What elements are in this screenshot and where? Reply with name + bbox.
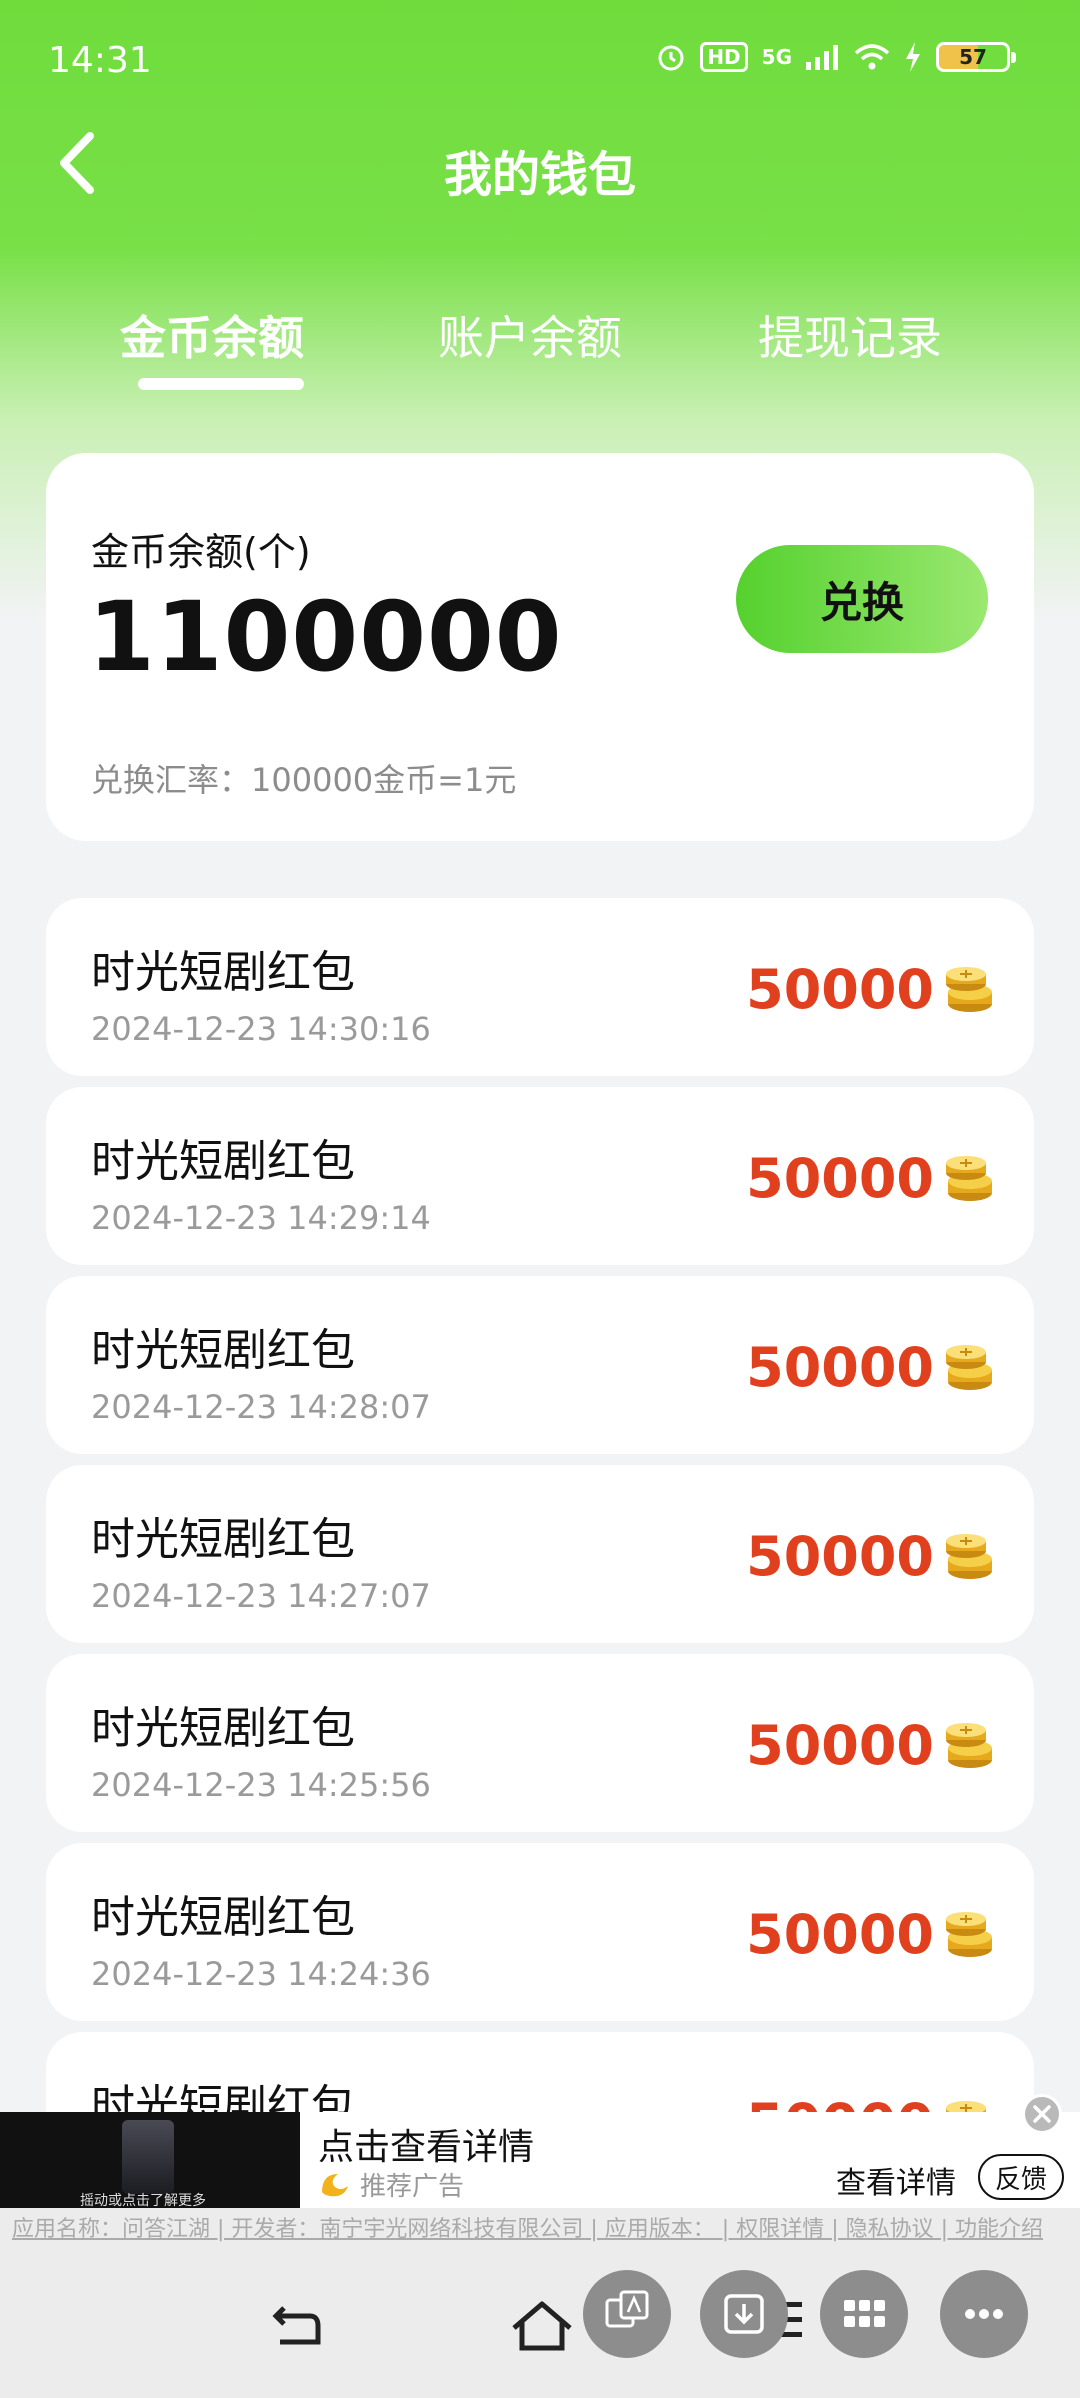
ad-thumbnail-image xyxy=(122,2120,174,2194)
coin-icon xyxy=(942,1342,994,1392)
download-icon xyxy=(724,2294,764,2334)
list-item: 时光短剧红包 2024-12-23 14:27:07 50000 xyxy=(46,1465,1034,1643)
page-title: 我的钱包 xyxy=(443,147,636,203)
feedback-button[interactable]: 反馈 xyxy=(978,2154,1064,2200)
bottom-navigation xyxy=(0,2278,1080,2398)
nav-back-icon[interactable] xyxy=(270,2302,324,2352)
alarm-icon xyxy=(658,45,684,71)
record-time: 2024-12-23 14:28:07 xyxy=(91,1388,431,1426)
record-amount: 50000 xyxy=(746,958,934,1021)
record-time: 2024-12-23 14:25:56 xyxy=(91,1766,431,1804)
balance-value: 1100000 xyxy=(88,581,563,693)
record-title: 时光短剧红包 xyxy=(91,1514,355,1565)
exchange-button[interactable]: 兑换 xyxy=(736,545,988,653)
more-button[interactable] xyxy=(940,2270,1028,2358)
tab-indicator xyxy=(138,378,304,390)
record-time: 2024-12-23 14:30:16 xyxy=(91,1010,431,1048)
list-item: 时光短剧红包 2024-12-23 14:25:56 50000 xyxy=(46,1654,1034,1832)
more-icon xyxy=(965,2309,1003,2319)
status-bar: 14:31 HD 5G 57 xyxy=(0,0,1080,120)
close-icon[interactable] xyxy=(1022,2094,1062,2134)
download-button[interactable] xyxy=(700,2270,788,2358)
record-amount: 50000 xyxy=(746,1147,934,1210)
status-icons: HD 5G 57 xyxy=(656,42,1016,72)
list-item: 时光短剧红包 2024-12-23 14:24:36 50000 xyxy=(46,1843,1034,2021)
list-item: 时光短剧红包 2024-12-23 14:29:14 50000 xyxy=(46,1087,1034,1265)
ad-detail-link[interactable]: 查看详情 xyxy=(836,2158,956,2202)
battery-level: 57 xyxy=(959,45,987,69)
record-amount: 50000 xyxy=(746,1714,934,1777)
status-time: 14:31 xyxy=(48,40,152,81)
coin-icon xyxy=(942,1720,994,1770)
list-item: 时光短剧红包 2024-12-23 14:30:16 50000 xyxy=(46,898,1034,1076)
record-title: 时光短剧红包 xyxy=(91,1703,355,1754)
ad-subtitle: 推荐广告 xyxy=(360,2172,465,2202)
record-time: 2024-12-23 14:24:36 xyxy=(91,1955,431,1993)
ad-banner[interactable]: 摇动或点击了解更多 点击查看详情 推荐广告 查看详情 反馈 xyxy=(0,2094,1080,2209)
ad-app-info[interactable]: 应用名称：问答江湖 | 开发者：南宁宇光网络科技有限公司 | 应用版本： | 权… xyxy=(0,2208,1080,2278)
record-amount: 50000 xyxy=(746,1525,934,1588)
balance-label: 金币余额(个) xyxy=(91,530,311,574)
signal-icon xyxy=(806,45,838,70)
translate-button[interactable] xyxy=(583,2270,671,2358)
record-time: 2024-12-23 14:29:14 xyxy=(91,1199,431,1237)
tab-account-balance[interactable]: 账户余额 xyxy=(438,302,622,368)
tab-withdraw-records[interactable]: 提现记录 xyxy=(758,302,942,368)
ad-thumbnail[interactable]: 摇动或点击了解更多 xyxy=(0,2112,300,2209)
hd-badge: HD xyxy=(700,42,748,72)
home-icon[interactable] xyxy=(510,2298,574,2354)
balance-card: 金币余额(个) 1100000 兑换 兑换汇率：100000金币=1元 xyxy=(46,453,1034,841)
charging-icon xyxy=(906,42,920,72)
record-amount: 50000 xyxy=(746,1336,934,1399)
record-title: 时光短剧红包 xyxy=(91,947,355,998)
record-amount: 50000 xyxy=(746,1903,934,1966)
grid-icon xyxy=(844,2300,885,2327)
coin-icon xyxy=(942,1531,994,1581)
record-title: 时光短剧红包 xyxy=(91,1892,355,1943)
coin-icon xyxy=(942,964,994,1014)
ad-thumbnail-caption: 摇动或点击了解更多 xyxy=(80,2193,206,2209)
record-title: 时光短剧红包 xyxy=(91,1325,355,1376)
record-time: 2024-12-23 14:27:07 xyxy=(91,1577,431,1615)
apps-button[interactable] xyxy=(820,2270,908,2358)
coin-icon xyxy=(942,1909,994,1959)
exchange-rate: 兑换汇率：100000金币=1元 xyxy=(91,761,517,799)
ad-title[interactable]: 点击查看详情 xyxy=(318,2118,534,2170)
network-label: 5G xyxy=(761,45,792,69)
battery-icon: 57 xyxy=(936,42,1016,72)
list-item: 时光短剧红包 2024-12-23 14:28:07 50000 xyxy=(46,1276,1034,1454)
ad-logo-icon xyxy=(322,2174,348,2197)
coin-icon xyxy=(942,1153,994,1203)
tab-coin-balance[interactable]: 金币余额 xyxy=(120,302,304,368)
record-title: 时光短剧红包 xyxy=(91,1136,355,1187)
translate-icon xyxy=(605,2290,649,2328)
wifi-icon xyxy=(854,44,890,70)
